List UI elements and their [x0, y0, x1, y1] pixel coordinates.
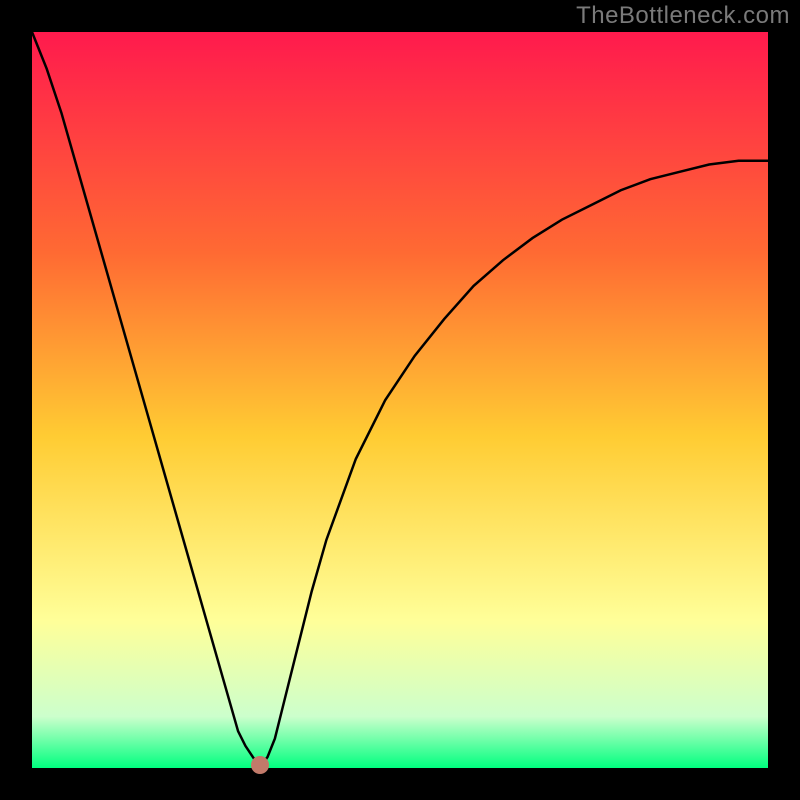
chart-frame: TheBottleneck.com: [0, 0, 800, 800]
minimum-marker: [251, 756, 269, 774]
watermark-text: TheBottleneck.com: [576, 2, 790, 30]
plot-area: [32, 32, 768, 768]
bottleneck-curve: [32, 32, 768, 768]
